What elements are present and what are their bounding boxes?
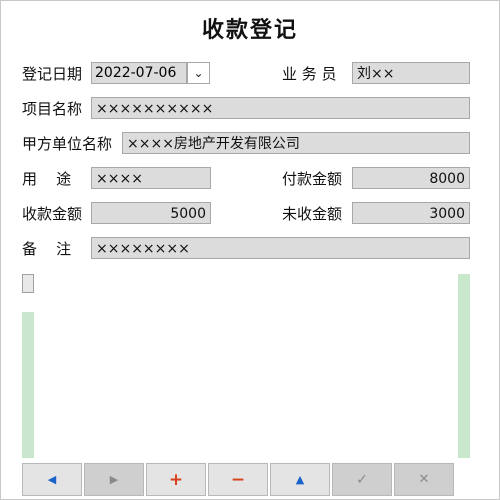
staff-label: 业 务 员 bbox=[282, 65, 337, 83]
purpose-label: 用 途 bbox=[22, 170, 72, 188]
pay-amount-label: 付款金额 bbox=[282, 170, 343, 188]
close-icon: ✕ bbox=[418, 472, 430, 487]
delete-icon: − bbox=[230, 469, 246, 490]
recv-amount-label: 收款金额 bbox=[22, 205, 83, 223]
next-icon: ▶ bbox=[109, 473, 119, 486]
project-name-label: 项目名称 bbox=[22, 100, 83, 118]
nav-toolbar: ◀ ▶ + − ▲ ✓ ✕ bbox=[22, 463, 454, 496]
purpose-field[interactable]: ×××× bbox=[91, 167, 211, 189]
cancel-button[interactable]: ✕ bbox=[394, 463, 454, 496]
check-icon: ✓ bbox=[356, 471, 368, 488]
up-icon: ▲ bbox=[295, 473, 305, 486]
party-a-label: 甲方单位名称 bbox=[22, 135, 113, 153]
delete-button[interactable]: − bbox=[208, 463, 268, 496]
add-icon: + bbox=[168, 469, 184, 490]
remark-label: 备 注 bbox=[22, 240, 72, 258]
page-title: 收款登记 bbox=[201, 17, 298, 43]
scroll-handle[interactable] bbox=[22, 274, 34, 293]
right-green-panel bbox=[458, 274, 470, 458]
party-a-field[interactable]: ××××房地产开发有限公司 bbox=[122, 132, 470, 154]
remark-field[interactable]: ×××××××× bbox=[91, 237, 470, 259]
prev-icon: ◀ bbox=[47, 473, 57, 486]
add-button[interactable]: + bbox=[146, 463, 206, 496]
recv-amount-field[interactable]: 5000 bbox=[91, 202, 211, 224]
pay-amount-field[interactable]: 8000 bbox=[352, 167, 470, 189]
reg-date-label: 登记日期 bbox=[22, 65, 83, 83]
staff-field[interactable]: 刘×× bbox=[352, 62, 470, 84]
reg-date-field[interactable]: 2022-07-06 bbox=[91, 62, 187, 84]
next-button[interactable]: ▶ bbox=[84, 463, 144, 496]
prev-button[interactable]: ◀ bbox=[22, 463, 82, 496]
date-dropdown-icon[interactable]: ⌄ bbox=[187, 62, 210, 84]
confirm-button[interactable]: ✓ bbox=[332, 463, 392, 496]
unrecv-amount-label: 未收金额 bbox=[282, 205, 343, 223]
move-up-button[interactable]: ▲ bbox=[270, 463, 330, 496]
unrecv-amount-field[interactable]: 3000 bbox=[352, 202, 470, 224]
project-name-field[interactable]: ×××××××××× bbox=[91, 97, 470, 119]
left-green-panel bbox=[22, 312, 34, 458]
